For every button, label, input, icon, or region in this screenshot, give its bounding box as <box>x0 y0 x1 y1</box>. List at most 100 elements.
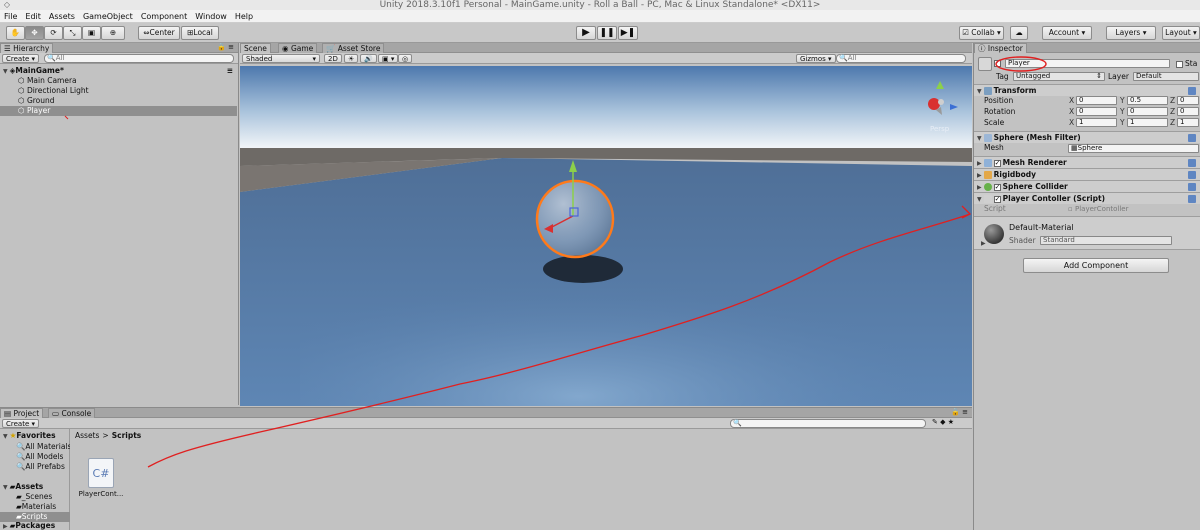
tab-console[interactable]: ▭ Console <box>48 408 96 418</box>
panel-menu-icon[interactable]: 🔒 ≡ <box>217 43 234 51</box>
tab-scene[interactable]: Scene <box>240 43 271 53</box>
tag-dropdown[interactable]: Untagged ⇕ <box>1013 72 1105 81</box>
pivot-center-button[interactable]: ⇔Center <box>138 26 180 40</box>
menu-help[interactable]: Help <box>231 10 257 23</box>
shader-dropdown[interactable]: Standard <box>1040 236 1172 245</box>
help-book-icon[interactable] <box>1188 195 1196 203</box>
panel-menu-icon[interactable]: 🔒 ≡ <box>951 408 968 416</box>
rotation-z-field[interactable]: 0 <box>1177 107 1199 116</box>
rotation-y-field[interactable]: 0 <box>1127 107 1168 116</box>
scale-tool-button[interactable]: ⤡ <box>63 26 82 40</box>
tab-hierarchy[interactable]: ☰ Hierarchy <box>0 43 54 53</box>
cloud-button[interactable]: ☁ <box>1010 26 1028 40</box>
scale-y-field[interactable]: 1 <box>1127 118 1168 127</box>
favorites-header[interactable]: ▼ ★Favorites <box>0 431 56 441</box>
audio-toggle[interactable]: 🔊 <box>360 54 377 63</box>
breadcrumb-scripts[interactable]: Scripts <box>112 431 142 440</box>
menu-gameobject[interactable]: GameObject <box>79 10 137 23</box>
script-field[interactable]: ▫ PlayerContoller <box>1068 205 1199 214</box>
file-name[interactable]: PlayerCont... <box>74 490 128 498</box>
static-toggle[interactable]: Sta <box>1176 59 1197 68</box>
hierarchy-item-ground[interactable]: ⬡ Ground <box>0 96 237 106</box>
folder-scenes[interactable]: ▰_Scenes <box>16 492 52 502</box>
hierarchy-item-directional-light[interactable]: ⬡ Directional Light <box>0 86 237 96</box>
tab-project[interactable]: ▤ Project <box>0 408 44 418</box>
pause-button[interactable]: ❚❚ <box>597 26 617 40</box>
collab-button[interactable]: ☑ Collab ▾ <box>959 26 1004 40</box>
favorite-all-prefabs[interactable]: 🔍All Prefabs <box>16 462 65 472</box>
folder-materials[interactable]: ▰Materials <box>16 502 56 512</box>
layers-button[interactable]: Layers ▾ <box>1106 26 1156 40</box>
help-book-icon[interactable] <box>1188 134 1196 142</box>
scale-z-field[interactable]: 1 <box>1177 118 1199 127</box>
layer-dropdown[interactable]: Default <box>1133 72 1199 81</box>
sphere-collider-header[interactable]: ▶Sphere Collider <box>974 180 1200 193</box>
scene-visibility-button[interactable]: ◎ <box>398 54 413 63</box>
account-button[interactable]: Account ▾ <box>1042 26 1092 40</box>
help-book-icon[interactable] <box>1188 87 1196 95</box>
rigidbody-header[interactable]: ▶ Rigidbody <box>974 168 1200 180</box>
mesh-renderer-header[interactable]: ▶Mesh Renderer <box>974 156 1200 169</box>
menu-assets[interactable]: Assets <box>45 10 79 23</box>
favorite-all-models[interactable]: 🔍All Models <box>16 452 63 462</box>
hand-tool-button[interactable]: ✋ <box>6 26 25 40</box>
axis-y-label: Y <box>1120 118 1125 127</box>
project-search-input[interactable]: 🔍 <box>730 419 926 428</box>
menu-edit[interactable]: Edit <box>21 10 45 23</box>
rect-tool-button[interactable]: ▣ <box>82 26 101 40</box>
step-button[interactable]: ▶❚ <box>618 26 638 40</box>
scene-search-input[interactable]: 🔍All <box>836 54 966 63</box>
breadcrumb-assets[interactable]: Assets <box>75 431 99 440</box>
rotate-tool-button[interactable]: ⟳ <box>44 26 63 40</box>
lighting-toggle[interactable]: ☀ <box>344 54 359 63</box>
gizmos-dropdown[interactable]: Gizmos ▾ <box>796 54 836 63</box>
menu-window[interactable]: Window <box>191 10 231 23</box>
sphere-collider-toggle[interactable] <box>993 182 1001 193</box>
mode-2d-toggle[interactable]: 2D <box>324 54 342 63</box>
active-toggle[interactable] <box>994 58 1003 68</box>
tab-asset-store[interactable]: 🛒 Asset Store <box>322 43 385 53</box>
mesh-field[interactable]: ▦Sphere <box>1068 144 1199 153</box>
help-book-icon[interactable] <box>1188 171 1196 179</box>
menu-component[interactable]: Component <box>137 10 191 23</box>
mesh-renderer-toggle[interactable] <box>993 158 1001 169</box>
scene-menu-icon[interactable]: ≡ <box>227 66 233 76</box>
material-section[interactable]: ▶ Default-Material Shader Standard <box>974 216 1200 250</box>
packages-header[interactable]: ▶ ▰Packages <box>0 521 55 530</box>
csharp-file-icon[interactable]: C# <box>88 458 114 488</box>
help-book-icon[interactable] <box>1188 183 1196 191</box>
effects-dropdown[interactable]: ▣ ▾ <box>378 54 399 63</box>
filter-icons[interactable]: ✎ ◆ ★ <box>932 418 954 426</box>
scene-viewport[interactable]: Persp <box>240 66 972 406</box>
chevron-down-icon: ▾ <box>994 28 1001 37</box>
gameobject-icon[interactable] <box>978 57 992 71</box>
rotation-x-field[interactable]: 0 <box>1076 107 1117 116</box>
position-y-field[interactable]: 0.5 <box>1127 96 1168 105</box>
add-component-button[interactable]: Add Component <box>1023 258 1169 273</box>
favorite-all-materials[interactable]: 🔍All Materials <box>16 442 70 452</box>
hierarchy-create-button[interactable]: Create ▾ <box>2 54 40 63</box>
project-create-button[interactable]: Create ▾ <box>2 419 40 428</box>
help-book-icon[interactable] <box>1188 159 1196 167</box>
tab-game[interactable]: ◉ Game <box>278 43 318 53</box>
cloud-check-icon: ☑ <box>962 28 972 37</box>
player-controller-toggle[interactable] <box>993 194 1001 205</box>
hierarchy-item-player[interactable]: ⬡ Player <box>0 106 237 116</box>
transform-tool-button[interactable]: ⊕ <box>101 26 125 40</box>
position-x-field[interactable]: 0 <box>1076 96 1117 105</box>
pivot-local-button[interactable]: ⊞Local <box>181 26 219 40</box>
scene-render[interactable]: Persp <box>240 66 972 406</box>
assets-header[interactable]: ▼ ▰Assets <box>0 482 43 492</box>
object-name-input[interactable]: Player <box>1005 59 1170 68</box>
shading-mode-dropdown[interactable]: Shaded ▾ <box>242 54 320 63</box>
move-tool-button[interactable]: ✥ <box>25 26 44 40</box>
hierarchy-item-main-camera[interactable]: ⬡ Main Camera <box>0 76 237 86</box>
scale-x-field[interactable]: 1 <box>1076 118 1117 127</box>
scene-root-row[interactable]: ▼ ◈MainGame* ≡ <box>0 66 237 76</box>
layout-button[interactable]: Layout ▾ <box>1162 26 1200 40</box>
tab-inspector[interactable]: ⓘ Inspector <box>974 43 1027 53</box>
menu-file[interactable]: File <box>0 10 21 23</box>
play-button[interactable]: ▶ <box>576 26 596 40</box>
hierarchy-search-input[interactable]: 🔍All <box>44 54 234 63</box>
position-z-field[interactable]: 0 <box>1177 96 1199 105</box>
